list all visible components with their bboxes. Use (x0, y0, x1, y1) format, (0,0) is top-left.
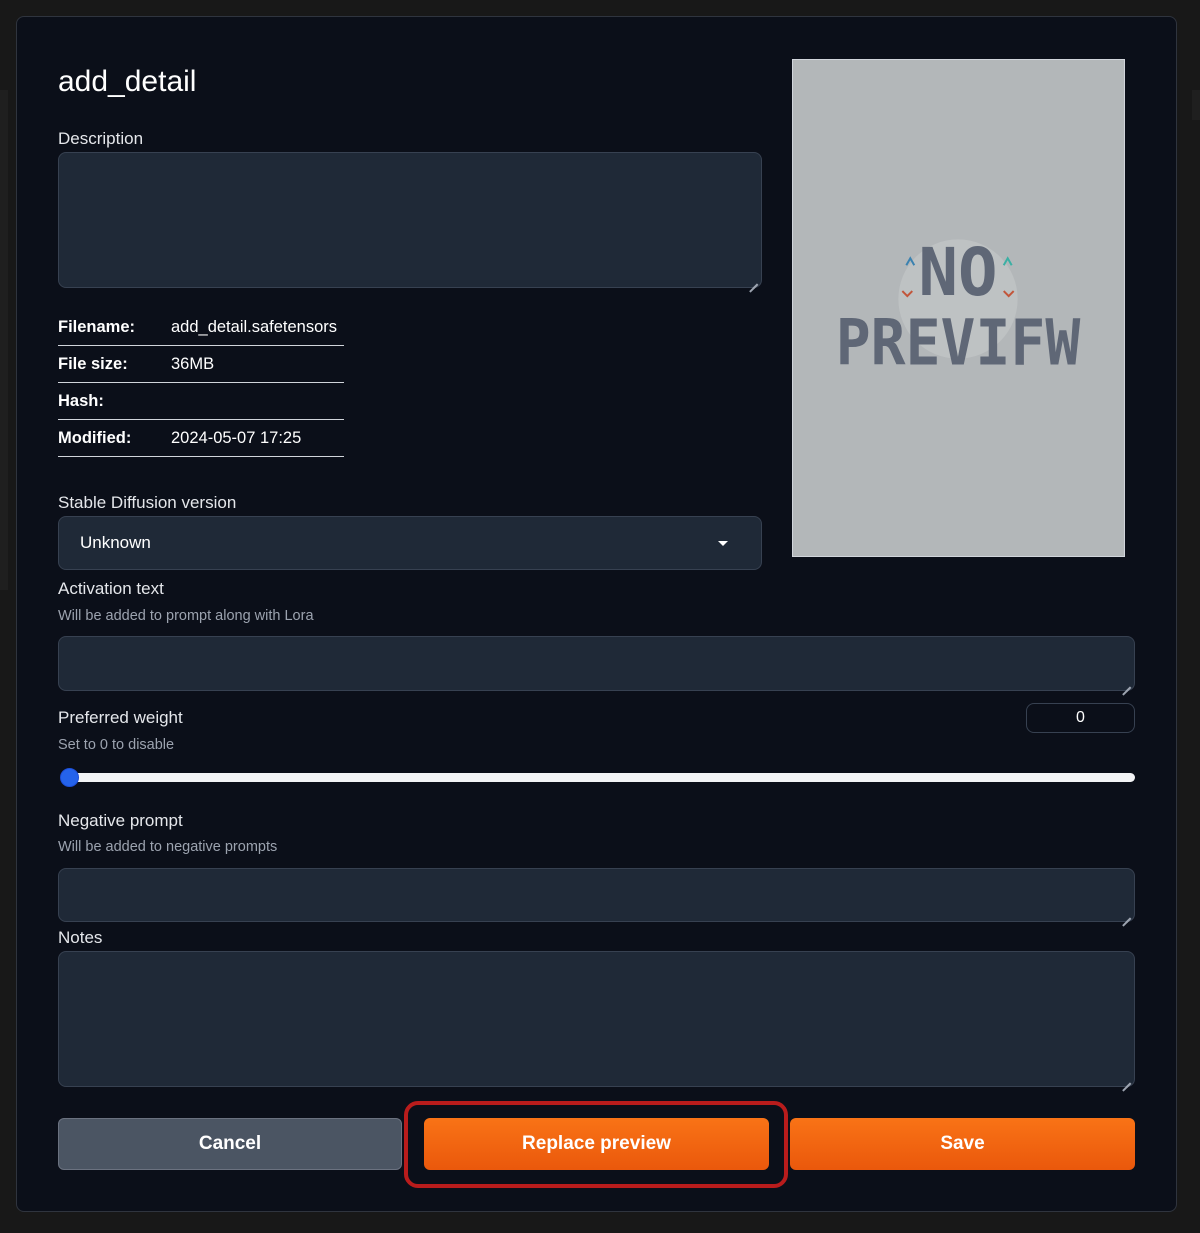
negative-prompt-hint: Will be added to negative prompts (58, 839, 278, 855)
file-info-table: Filename: add_detail.safetensors File si… (58, 309, 344, 457)
sd-version-value: Unknown (80, 533, 151, 552)
info-row-modified: Modified: 2024-05-07 17:25 (58, 420, 344, 457)
resize-grip-icon[interactable] (1122, 909, 1131, 918)
resize-grip-icon[interactable] (1122, 678, 1131, 687)
activation-text-hint: Will be added to prompt along with Lora (58, 608, 314, 624)
dialog-title: add_detail (58, 65, 197, 98)
resize-grip-icon[interactable] (749, 275, 758, 284)
no-preview-line1: NO (919, 235, 998, 311)
negative-prompt-label: Negative prompt (58, 811, 183, 830)
info-row-hash: Hash: (58, 383, 344, 420)
description-textarea[interactable] (58, 152, 762, 288)
info-key: Hash: (58, 391, 104, 410)
info-key: Filename: (58, 317, 136, 336)
preferred-weight-input[interactable]: 0 (1026, 703, 1135, 733)
sd-version-label: Stable Diffusion version (58, 493, 237, 512)
notes-label: Notes (58, 928, 103, 947)
description-label: Description (58, 129, 144, 148)
preferred-weight-label: Preferred weight (58, 708, 183, 727)
resize-grip-icon[interactable] (1122, 1074, 1131, 1083)
preferred-weight-hint: Set to 0 to disable (58, 737, 175, 753)
no-preview-graphic: NO PREVIFW (836, 235, 1081, 381)
save-button[interactable]: Save (790, 1118, 1135, 1170)
info-value: 36MB (171, 354, 215, 373)
activation-text-label: Activation text (58, 579, 164, 598)
info-key: File size: (58, 354, 128, 373)
info-value: 2024-05-07 17:25 (171, 428, 302, 447)
slider-thumb[interactable] (60, 768, 79, 787)
preferred-weight-slider[interactable] (63, 773, 1135, 782)
backdrop-edge (1192, 90, 1200, 120)
preview-image: NO PREVIFW (792, 59, 1125, 557)
negative-prompt-textarea[interactable] (58, 868, 1135, 922)
activation-text-textarea[interactable] (58, 636, 1135, 691)
caret-down-icon (718, 540, 728, 546)
cancel-button[interactable]: Cancel (58, 1118, 402, 1170)
info-value: add_detail.safetensors (171, 317, 338, 336)
backdrop-edge (0, 90, 8, 590)
info-key: Modified: (58, 428, 132, 447)
sd-version-dropdown[interactable]: Unknown (58, 516, 762, 570)
no-preview-line2: PREVIFW (836, 307, 1081, 381)
info-row-filesize: File size: 36MB (58, 346, 344, 383)
info-row-filename: Filename: add_detail.safetensors (58, 309, 344, 346)
notes-textarea[interactable] (58, 951, 1135, 1087)
edit-lora-dialog: add_detail Description Filename: add_det… (16, 16, 1177, 1212)
replace-preview-button[interactable]: Replace preview (424, 1118, 769, 1170)
